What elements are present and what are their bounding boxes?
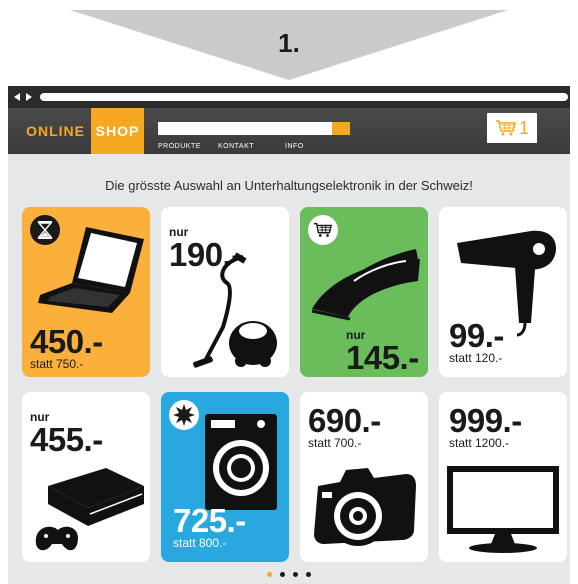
site-header: ONLINE SHOP PRODUKTE KONTAKT INFO 1 — [8, 108, 570, 154]
pagination — [8, 572, 570, 580]
iron-icon — [311, 249, 420, 321]
price: 725.- — [173, 502, 246, 539]
nav-item-info[interactable]: INFO — [285, 143, 304, 150]
old-price: statt 1200.- — [449, 436, 510, 450]
nav-item-kontakt[interactable]: KONTAKT — [218, 143, 254, 150]
pagination-dot-3[interactable] — [293, 572, 298, 577]
tagline: Die grösste Auswahl an Unterhaltungselek… — [105, 178, 473, 193]
price: 99.- — [449, 317, 504, 354]
cart-icon — [313, 222, 333, 237]
logo-online[interactable]: ONLINE — [8, 108, 91, 154]
old-price: statt 120.- — [449, 351, 503, 365]
price: 455.- — [30, 421, 103, 458]
price: 145.- — [346, 339, 419, 376]
vacuum-icon — [193, 252, 277, 368]
cart-button[interactable]: 1 — [487, 113, 537, 143]
search-input[interactable] — [158, 122, 350, 135]
old-price: statt 700.- — [308, 436, 362, 450]
product-tile-washing-machine[interactable]: 725.- statt 800.- — [161, 392, 289, 562]
address-bar[interactable] — [40, 93, 568, 101]
step-number: 1. — [278, 28, 300, 58]
product-tile-vacuum[interactable]: nur 190.- — [161, 207, 289, 377]
product-tile-television[interactable]: 999.- statt 1200.- — [439, 392, 567, 562]
product-tile-laptop[interactable]: 450.- statt 750.- — [22, 207, 150, 377]
cart-icon — [495, 120, 517, 136]
cart-count: 1 — [518, 117, 529, 138]
price: 450.- — [30, 323, 103, 360]
logo-shop[interactable]: SHOP — [91, 108, 144, 154]
washing-machine-icon — [205, 414, 277, 510]
camera-icon — [314, 468, 416, 546]
pagination-dot-4[interactable] — [306, 572, 311, 577]
game-console-icon — [35, 468, 144, 551]
step-banner: 1. — [0, 0, 578, 90]
badge-circle — [169, 400, 199, 430]
nav-item-produkte[interactable]: PRODUKTE — [158, 143, 201, 150]
search-button[interactable] — [332, 122, 350, 135]
pagination-dot-1[interactable] — [267, 572, 272, 577]
pagination-dot-2[interactable] — [280, 572, 285, 577]
old-price: statt 800.- — [173, 536, 227, 550]
starburst-icon — [173, 404, 195, 426]
price: 690.- — [308, 402, 381, 439]
back-forward-icon[interactable] — [14, 92, 32, 102]
product-tile-camera[interactable]: 690.- statt 700.- — [300, 392, 428, 562]
product-tile-iron[interactable]: nur 145.- — [300, 207, 428, 377]
old-price: statt 750.- — [30, 357, 84, 371]
price: 999.- — [449, 402, 522, 439]
product-tile-hair-dryer[interactable]: 99.- statt 120.- — [439, 207, 567, 377]
browser-toolbar — [8, 86, 570, 108]
television-icon — [447, 466, 559, 553]
laptop-icon — [38, 227, 144, 313]
product-tile-game-console[interactable]: nur 455.- — [22, 392, 150, 562]
browser-window: ONLINE SHOP PRODUKTE KONTAKT INFO 1 Die … — [8, 86, 570, 584]
